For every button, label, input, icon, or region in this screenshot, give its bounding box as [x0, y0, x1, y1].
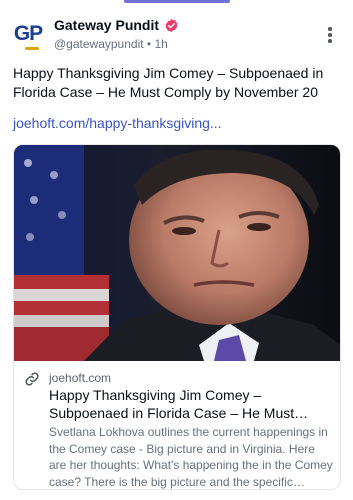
author-row: Gateway Pundit [54, 17, 179, 33]
separator: • [146, 37, 152, 51]
post[interactable]: GP Gateway Pundit @gatewaypundit • 1h Ha… [0, 0, 353, 500]
handle[interactable]: @gatewaypundit [54, 37, 144, 51]
post-time[interactable]: 1h [154, 37, 167, 51]
post-link[interactable]: joehoft.com/happy-thanksgiving... [13, 115, 222, 131]
link-icon [25, 372, 39, 386]
card-title: Happy Thanksgiving Jim Comey – Subpoenae… [49, 387, 295, 421]
link-preview-card[interactable]: joehoft.com Happy Thanksgiving Jim Comey… [13, 144, 341, 490]
card-image [14, 145, 340, 361]
avatar-logo-text: GP [13, 22, 43, 45]
display-name[interactable]: Gateway Pundit [54, 17, 159, 33]
card-meta: joehoft.com Happy Thanksgiving Jim Comey… [14, 361, 340, 489]
avatar-logo-swoosh [25, 47, 39, 50]
card-domain: joehoft.com [49, 371, 112, 385]
handle-row: @gatewaypundit • 1h [54, 37, 168, 51]
card-description: Svetlana Lokhova outlines the current ha… [49, 425, 333, 489]
avatar[interactable]: GP [11, 17, 45, 51]
post-text: Happy Thanksgiving Jim Comey – Subpoenae… [13, 65, 324, 100]
more-options-icon[interactable] [322, 27, 338, 45]
verified-badge-icon [165, 18, 178, 32]
